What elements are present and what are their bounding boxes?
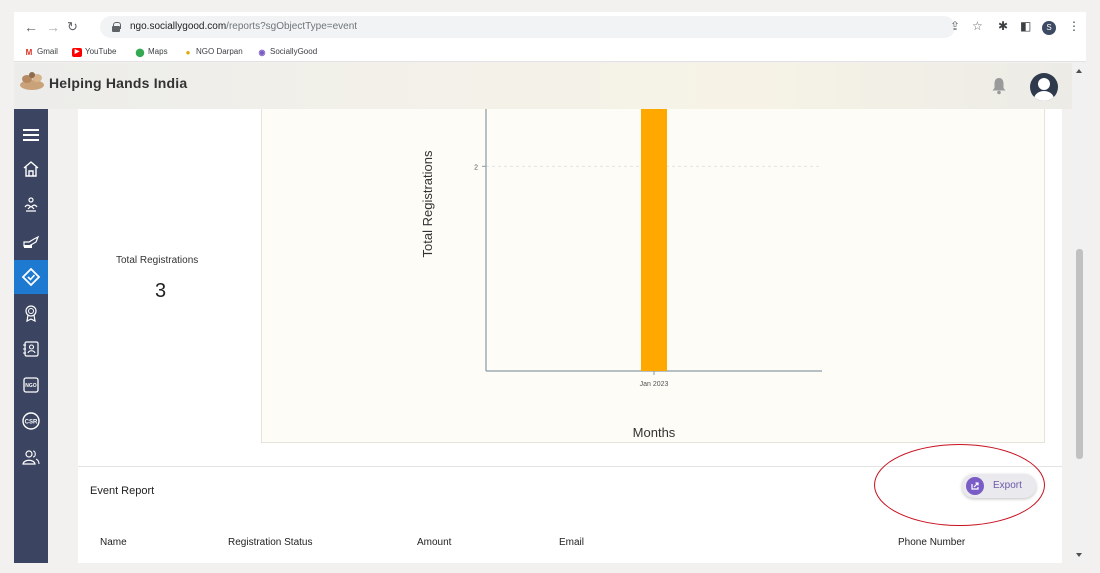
sidebar-item-awards[interactable] (14, 296, 48, 330)
sidebar-item-users[interactable] (14, 440, 48, 474)
url-bar[interactable]: ngo.sociallygood.com/reports?sgObjectTyp… (100, 16, 955, 38)
page-scrollbar[interactable] (1072, 63, 1086, 563)
volunteer-icon (24, 197, 38, 212)
sidebar-item-contacts[interactable] (14, 332, 48, 366)
address-bar-row: ← → ↻ ngo.sociallygood.com/reports?sgObj… (14, 12, 1086, 42)
url-host: ngo.sociallygood.com (130, 21, 227, 32)
scroll-down-arrow-icon[interactable] (1076, 553, 1082, 557)
total-registrations-value: 3 (155, 280, 167, 302)
scroll-up-arrow-icon[interactable] (1076, 69, 1082, 73)
column-header-email: Email (559, 537, 585, 548)
url-path: /reports?sgObjectType=event (226, 21, 358, 32)
sidebar-item-donation[interactable] (14, 224, 48, 258)
bookmark-maps[interactable]: ⬤ Maps (135, 46, 168, 58)
share-icon[interactable]: ⇪ (950, 19, 960, 33)
gmail-icon: M (25, 47, 33, 57)
app-header: Helping Hands India (14, 63, 1072, 109)
bookmark-label: Maps (148, 47, 168, 56)
app-title: Helping Hands India (49, 75, 188, 91)
sociallygood-icon: ◉ (258, 47, 266, 57)
column-header-phone-number: Phone Number (898, 537, 966, 548)
column-header-registration-status: Registration Status (228, 537, 313, 548)
contacts-icon (23, 341, 39, 357)
bookmark-star-icon[interactable]: ☆ (972, 19, 983, 33)
column-header-amount: Amount (417, 537, 452, 548)
events-icon (21, 267, 41, 287)
kebab-menu-icon[interactable]: ⋮ (1068, 19, 1080, 33)
donation-icon (23, 235, 40, 248)
helping-hands-logo-icon (20, 72, 44, 90)
sidebar-item-home[interactable] (14, 152, 48, 186)
sidebar-item-ngo[interactable]: NGO (14, 368, 48, 402)
sidebar-item-csr[interactable]: CSR (14, 404, 48, 438)
y-axis-label: Total Registrations (420, 150, 435, 257)
bookmark-label: YouTube (85, 47, 117, 56)
reload-icon[interactable]: ↻ (67, 20, 78, 34)
extensions-icon[interactable]: ✱ (998, 19, 1008, 33)
bookmark-label: SociallyGood (270, 47, 318, 56)
y-tick-label: 2 (474, 164, 478, 171)
event-report-title: Event Report (90, 485, 155, 497)
home-icon (23, 161, 39, 177)
csr-icon: CSR (22, 412, 40, 430)
menu-icon (23, 129, 39, 141)
youtube-icon: ▶ (72, 47, 82, 57)
profile-avatar[interactable]: S (1042, 21, 1056, 35)
ngo-icon: NGO (23, 377, 39, 393)
user-avatar[interactable] (1030, 73, 1058, 101)
scroll-thumb[interactable] (1076, 249, 1083, 459)
registrations-chart: 2 Jan 2023 Total Registrations Months (420, 109, 822, 440)
total-registrations-label: Total Registrations (116, 255, 199, 266)
sidebar-item-events[interactable] (14, 260, 48, 294)
browser-chrome: ← → ↻ ngo.sociallygood.com/reports?sgObj… (14, 12, 1086, 62)
sidebar-item-menu[interactable] (14, 118, 48, 152)
x-tick-label: Jan 2023 (640, 381, 669, 388)
notification-bell-icon[interactable] (991, 77, 1007, 95)
annotation-circle (874, 444, 1045, 526)
registrations-chart-card: 2 Jan 2023 Total Registrations Months (261, 109, 1045, 443)
bookmark-youtube[interactable]: ▶ YouTube (72, 46, 116, 58)
bookmark-sociallygood[interactable]: ◉ SociallyGood (257, 46, 318, 58)
sidebar-item-volunteer[interactable] (14, 188, 48, 222)
lock-icon (112, 22, 121, 32)
bookmarks-bar: M Gmail ▶ YouTube ⬤ Maps ● NGO Darpan ◉ Socia… (14, 43, 1086, 61)
svg-text:CSR: CSR (25, 420, 38, 426)
forward-icon[interactable]: → (46, 20, 60, 34)
bookmark-label: NGO Darpan (196, 47, 243, 56)
maps-icon: ⬤ (135, 47, 145, 57)
svg-text:NGO: NGO (25, 383, 37, 389)
back-icon[interactable]: ← (24, 20, 38, 34)
sidebar: NGO CSR (14, 109, 48, 563)
bookmark-gmail[interactable]: M Gmail (24, 46, 58, 58)
bookmark-label: Gmail (37, 47, 58, 56)
bar[interactable] (641, 109, 667, 371)
bookmark-ngo-darpan[interactable]: ● NGO Darpan (183, 46, 243, 58)
ngo-darpan-icon: ● (185, 47, 191, 57)
awards-icon (25, 305, 37, 323)
side-panel-icon[interactable]: ◧ (1020, 19, 1031, 33)
users-icon (22, 450, 40, 465)
column-header-name: Name (100, 537, 127, 548)
x-axis-label: Months (633, 425, 676, 440)
